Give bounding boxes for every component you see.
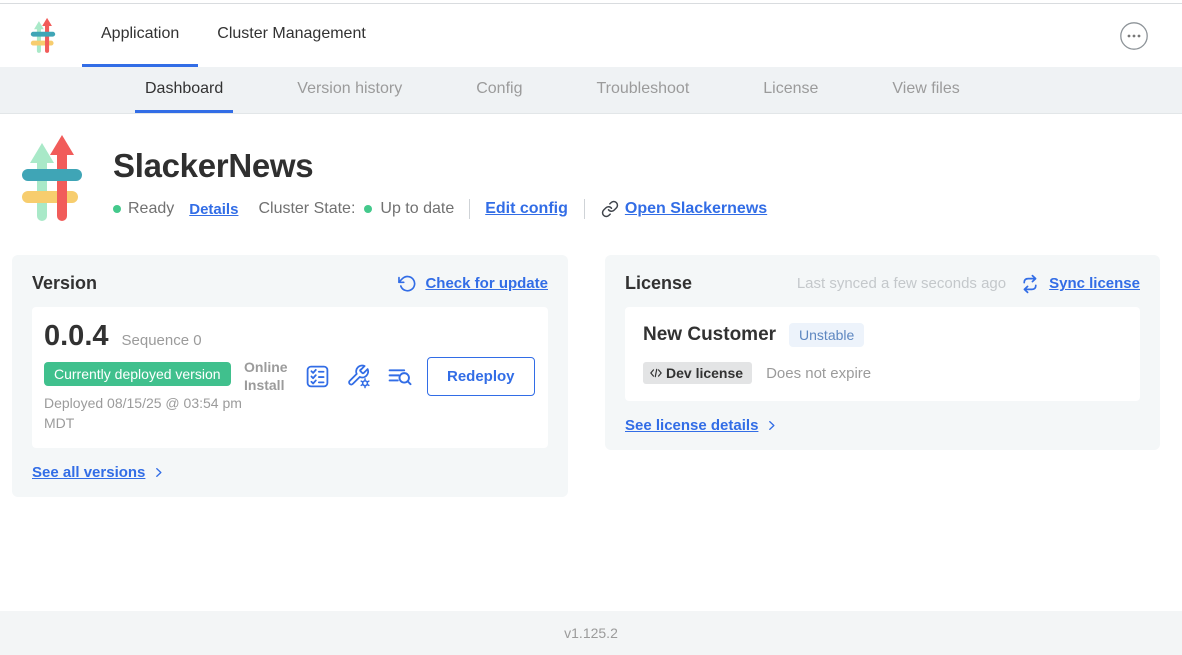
subnav-license-label: License	[763, 80, 818, 98]
tab-application-label: Application	[101, 25, 179, 43]
chevron-right-icon	[765, 419, 778, 432]
channel-badge: Unstable	[789, 323, 864, 347]
chevron-right-icon	[152, 466, 165, 479]
page-title: SlackerNews	[113, 147, 767, 185]
app-status-text: Ready	[128, 200, 174, 218]
app-header: SlackerNews Ready Details Cluster State:…	[0, 114, 1182, 226]
cluster-state-dot	[364, 205, 372, 213]
console-version: v1.125.2	[564, 625, 618, 641]
sync-arrows-icon	[1020, 274, 1040, 294]
license-type-badge: Dev license	[643, 362, 752, 384]
subnav-troubleshoot-label: Troubleshoot	[596, 80, 689, 98]
license-expiry: Does not expire	[766, 365, 871, 382]
app-subnav: Dashboard Version history Config Trouble…	[0, 67, 1182, 114]
preflight-checks-icon	[304, 363, 331, 390]
app-status-dot	[113, 205, 121, 213]
tab-cluster-management[interactable]: Cluster Management	[198, 4, 385, 67]
deployed-timestamp: Deployed 08/15/25 @ 03:54 pm MDT	[44, 394, 244, 433]
edit-config-button[interactable]	[345, 363, 372, 390]
subnav-license[interactable]: License	[753, 67, 828, 113]
subnav-view-files-label: View files	[892, 80, 959, 98]
code-icon	[649, 366, 663, 380]
app-logo-icon	[30, 17, 56, 55]
dashboard-cards: Version Check for update 0.0.4 Sequence …	[12, 255, 1160, 497]
cluster-state-label: Cluster State:	[258, 200, 355, 218]
cluster-state-text: Up to date	[380, 200, 454, 218]
license-panel: New Customer Unstable Dev license Does n…	[625, 307, 1140, 401]
preflight-checks-button[interactable]	[304, 363, 331, 390]
deploy-logs-icon	[386, 363, 413, 390]
version-card-title: Version	[32, 273, 97, 294]
external-link-icon	[601, 200, 619, 218]
version-card: Version Check for update 0.0.4 Sequence …	[12, 255, 568, 497]
check-for-update-link[interactable]: Check for update	[425, 275, 548, 292]
subnav-dashboard[interactable]: Dashboard	[135, 67, 233, 113]
tab-cluster-management-label: Cluster Management	[217, 25, 366, 43]
redeploy-button[interactable]: Redeploy	[427, 357, 535, 396]
more-options-button[interactable]	[1119, 21, 1149, 51]
install-type-label: Online Install	[244, 359, 290, 394]
license-card: License Last synced a few seconds ago Sy…	[605, 255, 1160, 450]
last-synced-text: Last synced a few seconds ago	[797, 275, 1006, 292]
subnav-troubleshoot[interactable]: Troubleshoot	[586, 67, 699, 113]
subnav-config-label: Config	[476, 80, 522, 98]
subnav-version-history[interactable]: Version history	[287, 67, 412, 113]
license-type-label: Dev license	[666, 365, 743, 381]
see-license-details-link[interactable]: See license details	[625, 417, 758, 434]
subnav-version-history-label: Version history	[297, 80, 402, 98]
config-wrench-icon	[345, 363, 372, 390]
top-nav-tabs: Application Cluster Management	[82, 4, 385, 67]
subnav-dashboard-label: Dashboard	[145, 80, 223, 98]
ellipsis-icon	[1119, 21, 1149, 51]
current-version-panel: 0.0.4 Sequence 0 Currently deployed vers…	[32, 307, 548, 448]
see-all-versions-link[interactable]: See all versions	[32, 464, 145, 481]
divider	[584, 199, 585, 219]
deployed-status-badge: Currently deployed version	[44, 362, 231, 386]
subnav-config[interactable]: Config	[466, 67, 532, 113]
divider	[469, 199, 470, 219]
deploy-logs-button[interactable]	[386, 363, 413, 390]
app-status-row: Ready Details Cluster State: Up to date …	[113, 199, 767, 219]
app-logo	[30, 4, 56, 67]
subnav-view-files[interactable]: View files	[882, 67, 969, 113]
edit-config-link[interactable]: Edit config	[485, 200, 568, 218]
customer-name: New Customer	[643, 324, 776, 346]
license-card-title: License	[625, 273, 692, 294]
version-number: 0.0.4	[44, 320, 109, 353]
top-navbar: Application Cluster Management	[0, 4, 1182, 67]
version-sequence: Sequence 0	[122, 332, 202, 349]
status-details-link[interactable]: Details	[189, 201, 238, 218]
tab-application[interactable]: Application	[82, 4, 198, 67]
app-icon	[20, 133, 84, 226]
sync-license-link[interactable]: Sync license	[1049, 275, 1140, 292]
refresh-icon	[397, 274, 416, 293]
console-footer: v1.125.2	[0, 611, 1182, 655]
open-app-link[interactable]: Open Slackernews	[625, 200, 767, 218]
